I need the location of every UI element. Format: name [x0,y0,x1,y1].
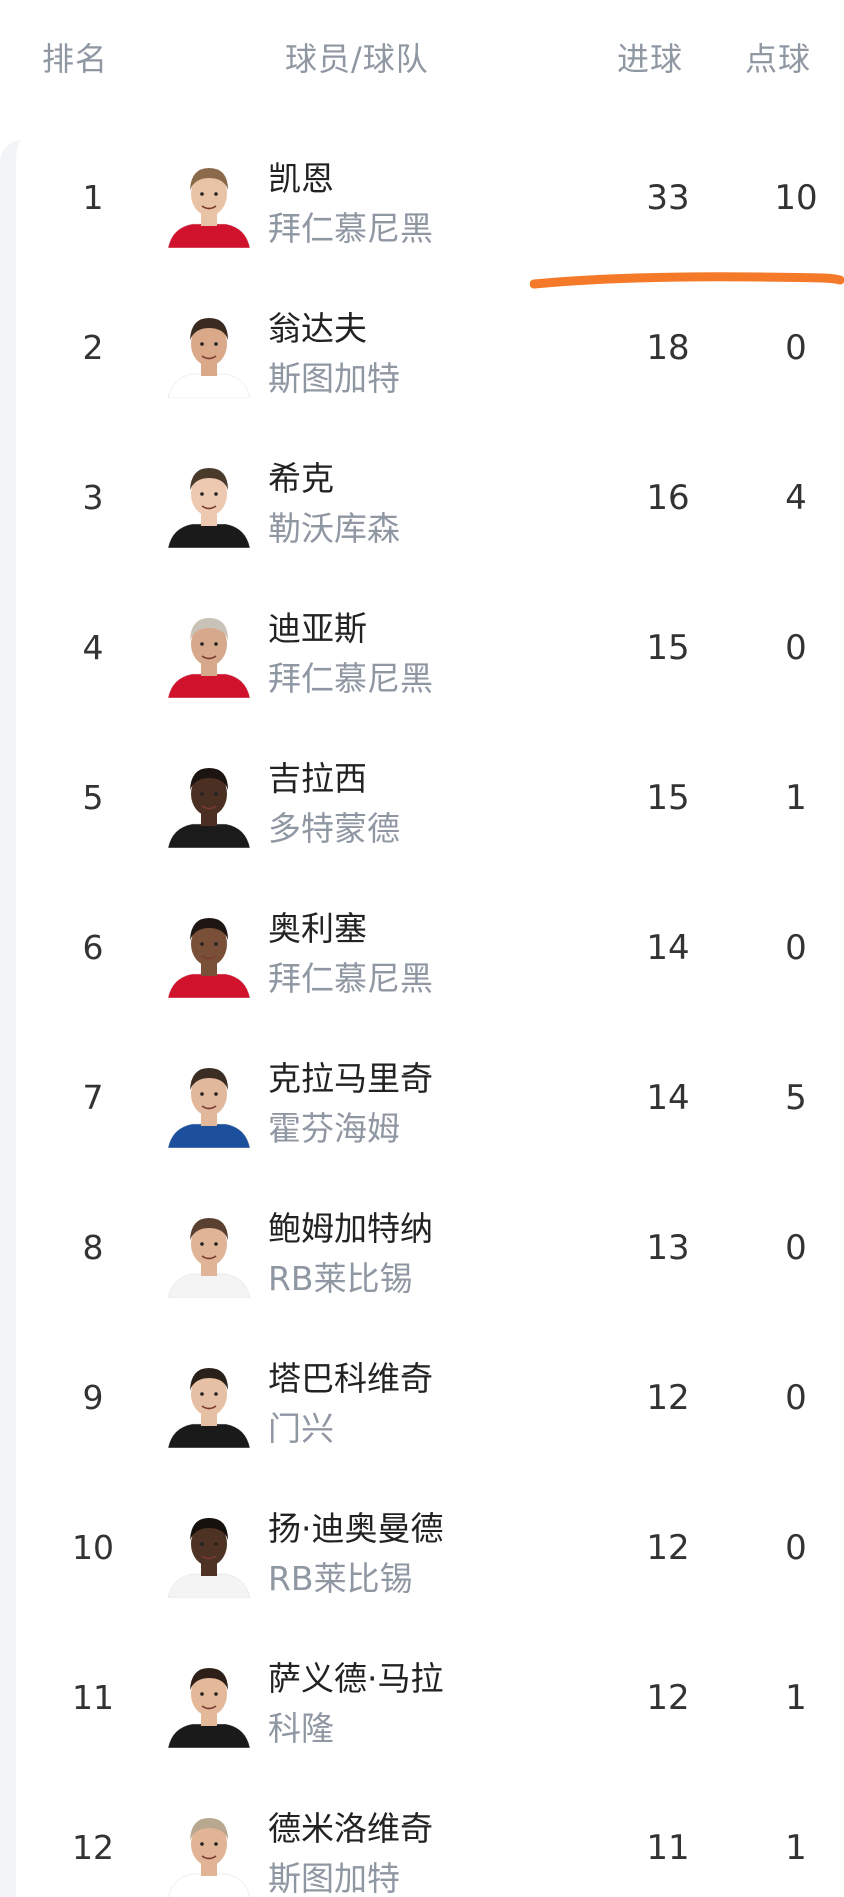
penalties-value: 0 [785,328,807,368]
rank-number: 10 [72,1528,114,1567]
player-avatar[interactable] [162,904,256,998]
team-name[interactable]: 拜仁慕尼黑 [268,952,433,1000]
rank-number: 12 [72,1828,114,1867]
player-avatar[interactable] [162,1054,256,1148]
team-name[interactable]: 科隆 [268,1702,334,1750]
team-name[interactable]: 门兴 [268,1402,334,1450]
header-goals: 进球 [617,40,684,78]
goals-value: 14 [646,928,690,968]
goals-value: 11 [646,1828,690,1868]
table-row[interactable]: 2 翁达夫 斯图加特 18 0 [16,280,844,430]
table-row[interactable]: 11 萨义德·马拉 科隆 12 1 [16,1630,844,1780]
team-name[interactable]: 勒沃库森 [268,502,400,550]
table-row[interactable]: 12 德米洛维奇 斯图加特 11 1 [16,1780,844,1897]
player-avatar[interactable] [162,1804,256,1897]
team-name[interactable]: 拜仁慕尼黑 [268,202,433,250]
penalties-value: 4 [785,478,807,518]
player-name[interactable]: 希克 [268,452,334,500]
player-name[interactable]: 翁达夫 [268,302,367,350]
penalties-value: 0 [785,928,807,968]
team-name[interactable]: 多特蒙德 [268,802,400,850]
player-name[interactable]: 鲍姆加特纳 [268,1202,433,1250]
goals-value: 13 [646,1228,690,1268]
goals-value: 14 [646,1078,690,1118]
player-avatar[interactable] [162,304,256,398]
rank-number: 6 [82,928,104,967]
player-name[interactable]: 凯恩 [268,152,334,200]
table-row[interactable]: 1 凯恩 拜仁慕尼黑 33 10 [16,130,844,280]
player-avatar[interactable] [162,1654,256,1748]
penalties-value: 1 [785,1828,807,1868]
table-row[interactable]: 3 希克 勒沃库森 16 4 [16,430,844,580]
rank-number: 8 [82,1228,104,1267]
team-name[interactable]: 霍芬海姆 [268,1102,400,1150]
player-avatar[interactable] [162,604,256,698]
player-name[interactable]: 克拉马里奇 [268,1052,433,1100]
header-player-team: 球员/球队 [285,40,429,78]
rank-number: 11 [72,1678,114,1717]
player-avatar[interactable] [162,1204,256,1298]
player-name[interactable]: 奥利塞 [268,902,367,950]
penalties-value: 5 [785,1078,807,1118]
penalties-value: 0 [785,628,807,668]
table-row[interactable]: 10 扬·迪奥曼德 RB莱比锡 12 0 [16,1480,844,1630]
player-avatar[interactable] [162,1354,256,1448]
table-header: 排名 球员/球队 进球 点球 [0,0,844,110]
player-avatar[interactable] [162,1504,256,1598]
player-name[interactable]: 扬·迪奥曼德 [268,1502,444,1550]
team-name[interactable]: RB莱比锡 [268,1252,413,1300]
highlight-stroke [530,272,844,289]
rank-number: 3 [82,478,104,517]
penalties-value: 1 [785,1678,807,1718]
goals-value: 12 [646,1528,690,1568]
rank-number: 1 [82,178,104,217]
team-name[interactable]: 拜仁慕尼黑 [268,652,433,700]
penalties-value: 0 [785,1378,807,1418]
penalties-value: 0 [785,1528,807,1568]
table-row[interactable]: 5 吉拉西 多特蒙德 15 1 [16,730,844,880]
penalties-value: 10 [774,178,818,218]
scorer-ranking-page: 排名 球员/球队 进球 点球 1 凯恩 拜仁慕尼黑 33 10 2 翁达夫 斯图加特 18 0 3 希… [0,0,844,1897]
player-avatar[interactable] [162,454,256,548]
rank-number: 9 [82,1378,104,1417]
goals-value: 18 [646,328,690,368]
goals-value: 15 [646,778,690,818]
table-row[interactable]: 6 奥利塞 拜仁慕尼黑 14 0 [16,880,844,1030]
player-name[interactable]: 迪亚斯 [268,602,367,650]
player-name[interactable]: 塔巴科维奇 [268,1352,433,1400]
player-avatar[interactable] [162,754,256,848]
table-row[interactable]: 7 克拉马里奇 霍芬海姆 14 5 [16,1030,844,1180]
goals-value: 15 [646,628,690,668]
rank-number: 7 [82,1078,104,1117]
player-avatar[interactable] [162,154,256,248]
goals-value: 12 [646,1678,690,1718]
rank-number: 2 [82,328,104,367]
penalties-value: 1 [785,778,807,818]
player-name[interactable]: 德米洛维奇 [268,1802,433,1850]
rank-number: 4 [82,628,104,667]
rank-number: 5 [82,778,104,817]
team-name[interactable]: 斯图加特 [268,352,400,400]
table-row[interactable]: 4 迪亚斯 拜仁慕尼黑 15 0 [16,580,844,730]
goals-value: 16 [646,478,690,518]
table-row[interactable]: 9 塔巴科维奇 门兴 12 0 [16,1330,844,1480]
header-penalties: 点球 [745,40,812,78]
team-name[interactable]: 斯图加特 [268,1852,400,1897]
goals-value: 33 [646,178,690,218]
ranking-list: 1 凯恩 拜仁慕尼黑 33 10 2 翁达夫 斯图加特 18 0 3 希克 勒沃库森 16 4 4 迪亚斯 拜仁慕… [0,140,844,1897]
header-rank: 排名 [42,40,109,78]
player-name[interactable]: 萨义德·马拉 [268,1652,444,1700]
penalties-value: 0 [785,1228,807,1268]
goals-value: 12 [646,1378,690,1418]
player-name[interactable]: 吉拉西 [268,752,367,800]
team-name[interactable]: RB莱比锡 [268,1552,413,1600]
table-row[interactable]: 8 鲍姆加特纳 RB莱比锡 13 0 [16,1180,844,1330]
